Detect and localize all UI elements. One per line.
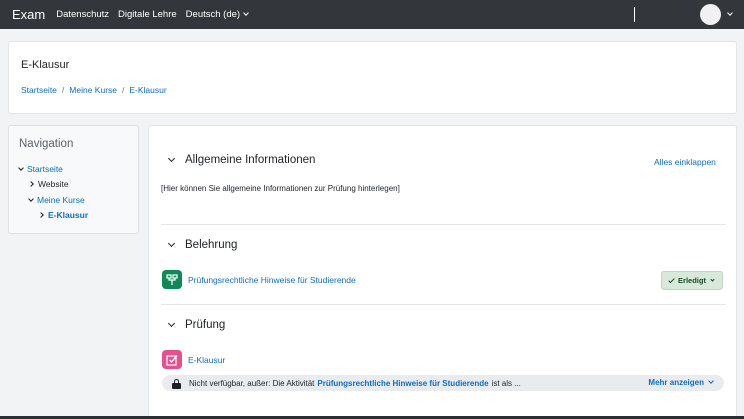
- chevron-down-icon: [28, 195, 34, 202]
- folder-tree-icon[interactable]: [162, 270, 182, 289]
- access-restriction: Nicht verfügbar, außer: Die Aktivität Pr…: [162, 375, 724, 391]
- chevron-down-icon: [708, 378, 714, 384]
- page-header: E-Klausur Startseite / Meine Kurse / E-K…: [8, 41, 737, 114]
- section-toggle-allgemeine-informationen[interactable]: Allgemeine Informationen: [167, 154, 315, 166]
- section-toggle-pruefung[interactable]: Prüfung: [167, 319, 225, 331]
- section-title: Allgemeine Informationen: [185, 154, 316, 166]
- nav-link-digitale-lehre[interactable]: Digitale Lehre: [118, 9, 177, 20]
- section-title: Belehrung: [185, 239, 238, 251]
- completion-label: Erledigt: [678, 276, 706, 285]
- breadcrumb-meine-kurse[interactable]: Meine Kurse: [69, 85, 117, 95]
- nav-item-label: Website: [38, 179, 69, 189]
- chevron-right-icon: [38, 212, 44, 218]
- language-label: Deutsch (de): [185, 9, 241, 20]
- navbar-divider: [634, 7, 635, 22]
- nav-item-label: Meine Kurse: [37, 195, 85, 205]
- section-title: Prüfung: [185, 319, 226, 331]
- section-divider: [161, 304, 726, 305]
- restriction-suffix: ist als ...: [491, 378, 521, 388]
- activity-link[interactable]: Prüfungsrechtliche Hinweise für Studiere…: [188, 275, 356, 285]
- restriction-activity-link[interactable]: Prüfungsrechtliche Hinweise für Studiere…: [317, 379, 488, 388]
- nav-item-website[interactable]: Website: [28, 179, 69, 189]
- lock-icon: [172, 378, 181, 389]
- breadcrumb: Startseite / Meine Kurse / E-Klausur: [21, 85, 167, 95]
- page-title: E-Klausur: [21, 59, 70, 71]
- user-avatar[interactable]: [700, 4, 721, 25]
- navigation-title: Navigation: [19, 138, 74, 150]
- breadcrumb-separator: /: [61, 85, 65, 95]
- collapse-all-link[interactable]: Alles einklappen: [654, 157, 716, 167]
- nav-link-datenschutz[interactable]: Datenschutz: [56, 9, 109, 20]
- nav-item-meine-kurse[interactable]: Meine Kurse: [28, 195, 85, 205]
- activity-e-klausur: E-Klausur: [162, 350, 225, 369]
- restriction-prefix: Nicht verfügbar, außer: Die Aktivität: [189, 378, 315, 388]
- chevron-down-icon: [18, 164, 24, 171]
- language-menu[interactable]: Deutsch (de): [185, 9, 249, 20]
- chevron-down-icon: [167, 319, 176, 328]
- chevron-down-icon: [710, 277, 715, 282]
- show-more-link[interactable]: Mehr anzeigen: [648, 378, 714, 387]
- breadcrumb-separator: /: [122, 85, 125, 95]
- chevron-right-icon: [28, 181, 34, 187]
- completion-badge[interactable]: Erledigt: [661, 271, 723, 290]
- site-brand[interactable]: Exam: [12, 7, 45, 22]
- section-divider: [161, 224, 726, 225]
- activity-pruefungsrechtliche-hinweise: Prüfungsrechtliche Hinweise für Studiere…: [162, 270, 356, 289]
- nav-item-startseite[interactable]: Startseite: [18, 164, 63, 174]
- nav-item-label: Startseite: [27, 164, 63, 174]
- course-content: Allgemeine Informationen Alles einklappe…: [148, 125, 737, 419]
- section-summary: [Hier können Sie allgemeine Informatione…: [161, 184, 400, 193]
- show-more-label: Mehr anzeigen: [648, 378, 704, 387]
- chevron-down-icon: [167, 239, 176, 248]
- nav-item-label: E-Klausur: [48, 210, 89, 220]
- section-toggle-belehrung[interactable]: Belehrung: [167, 239, 237, 251]
- quiz-icon[interactable]: [162, 350, 182, 369]
- nav-item-e-klausur[interactable]: E-Klausur: [38, 210, 89, 220]
- top-navbar: Exam Datenschutz Digitale Lehre Deutsch …: [0, 0, 744, 29]
- check-icon: [668, 276, 675, 283]
- breadcrumb-startseite[interactable]: Startseite: [21, 85, 57, 95]
- chevron-down-icon: [167, 154, 176, 163]
- navigation-block: Navigation Startseite Website Meine Kurs…: [8, 125, 139, 234]
- chevron-down-icon: [243, 10, 249, 16]
- activity-link[interactable]: E-Klausur: [188, 355, 225, 365]
- breadcrumb-e-klausur[interactable]: E-Klausur: [129, 85, 166, 95]
